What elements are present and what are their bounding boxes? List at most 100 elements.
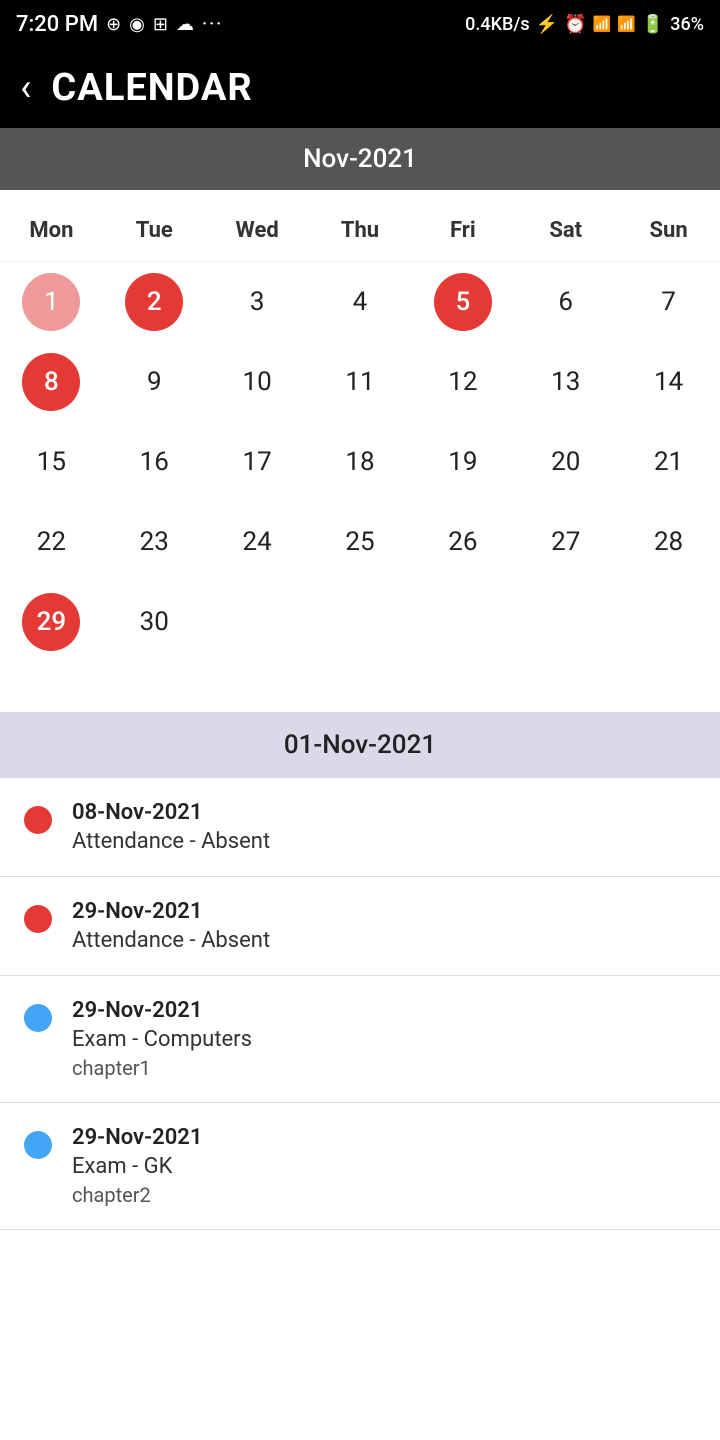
event-list: 08-Nov-2021Attendance - Absent 29-Nov-202…	[0, 778, 720, 1230]
weekday-sun: Sun	[617, 210, 720, 251]
cal-cell: 3	[206, 262, 309, 342]
calendar-grid: 1234567891011121314151617181920212223242…	[0, 262, 720, 662]
weekday-thu: Thu	[309, 210, 412, 251]
event-date: 29-Nov-2021	[72, 899, 270, 924]
event-item[interactable]: 29-Nov-2021 Attendance - Absent	[0, 877, 720, 976]
dots-icon: ···	[202, 14, 223, 35]
weekday-wed: Wed	[206, 210, 309, 251]
event-title: Attendance - Absent	[72, 829, 270, 854]
event-content: 29-Nov-2021Exam - GKchapter2	[72, 1125, 202, 1207]
network-speed: 0.4KB/s	[465, 14, 530, 35]
event-section-header: 01-Nov-2021	[0, 712, 720, 778]
back-button[interactable]: ‹	[20, 69, 31, 107]
cal-cell: 30	[103, 582, 206, 662]
cal-day-7[interactable]: 7	[640, 273, 698, 331]
signal-bars-2: 📶	[617, 15, 636, 33]
alarm-icon: ⏰	[564, 14, 586, 35]
cal-cell: 18	[309, 422, 412, 502]
cal-cell: 9	[103, 342, 206, 422]
cal-cell: 19	[411, 422, 514, 502]
cal-day-25[interactable]: 25	[331, 513, 389, 571]
battery-percent: 36%	[670, 14, 704, 35]
cal-day-20[interactable]: 20	[537, 433, 595, 491]
grid-icon: ⊞	[153, 14, 168, 35]
cal-cell: 14	[617, 342, 720, 422]
cal-day-19[interactable]: 19	[434, 433, 492, 491]
cal-day-26[interactable]: 26	[434, 513, 492, 571]
cal-cell: 25	[309, 502, 412, 582]
event-section-date: 01-Nov-2021	[284, 730, 436, 760]
cal-cell: 23	[103, 502, 206, 582]
cal-day-16[interactable]: 16	[125, 433, 183, 491]
cal-day-12[interactable]: 12	[434, 353, 492, 411]
cal-cell: 22	[0, 502, 103, 582]
cal-day-14[interactable]: 14	[640, 353, 698, 411]
calendar-weekdays: MonTueWedThuFriSatSun	[0, 200, 720, 262]
jio-icon: ⊕	[106, 14, 121, 35]
cal-day-8[interactable]: 8	[22, 353, 80, 411]
cal-day-13[interactable]: 13	[537, 353, 595, 411]
cal-day-2[interactable]: 2	[125, 273, 183, 331]
cal-day-17[interactable]: 17	[228, 433, 286, 491]
cal-day-23[interactable]: 23	[125, 513, 183, 571]
weekday-mon: Mon	[0, 210, 103, 251]
cal-day-24[interactable]: 24	[228, 513, 286, 571]
event-item[interactable]: 29-Nov-2021Exam - Computerschapter1	[0, 976, 720, 1103]
cloud-icon: ☁	[176, 14, 194, 35]
event-content: 29-Nov-2021 Attendance - Absent	[72, 899, 270, 953]
cal-cell: 16	[103, 422, 206, 502]
cal-day-21[interactable]: 21	[640, 433, 698, 491]
month-header: Nov-2021	[0, 128, 720, 190]
cal-cell: 13	[514, 342, 617, 422]
event-dot	[24, 1004, 52, 1032]
status-left: 7:20 PM ⊕ ◉ ⊞ ☁ ···	[16, 12, 223, 37]
cal-cell: 26	[411, 502, 514, 582]
cal-day-15[interactable]: 15	[22, 433, 80, 491]
cal-day-29[interactable]: 29	[22, 593, 80, 651]
event-date: 29-Nov-2021	[72, 1125, 202, 1150]
cal-cell: 4	[309, 262, 412, 342]
cal-cell: 5	[411, 262, 514, 342]
cal-cell: 24	[206, 502, 309, 582]
weekday-sat: Sat	[514, 210, 617, 251]
cal-cell: 21	[617, 422, 720, 502]
status-right: 0.4KB/s ⚡ ⏰ 📶 📶 🔋 36%	[465, 14, 704, 35]
cal-day-5[interactable]: 5	[434, 273, 492, 331]
battery-icon: 🔋	[642, 14, 664, 35]
cal-cell: 10	[206, 342, 309, 422]
cal-day-1[interactable]: 1	[22, 273, 80, 331]
status-bar: 7:20 PM ⊕ ◉ ⊞ ☁ ··· 0.4KB/s ⚡ ⏰ 📶 📶 🔋 36…	[0, 0, 720, 48]
cal-day-18[interactable]: 18	[331, 433, 389, 491]
cal-day-4[interactable]: 4	[331, 273, 389, 331]
calendar-spacer	[0, 682, 720, 712]
event-dot	[24, 905, 52, 933]
month-label: Nov-2021	[303, 144, 417, 174]
cal-day-28[interactable]: 28	[640, 513, 698, 571]
cal-day-3[interactable]: 3	[228, 273, 286, 331]
cal-cell: 6	[514, 262, 617, 342]
event-content: 29-Nov-2021Exam - Computerschapter1	[72, 998, 252, 1080]
signal-bars: 📶	[592, 15, 611, 33]
cal-day-27[interactable]: 27	[537, 513, 595, 571]
event-dot	[24, 1131, 52, 1159]
cal-day-10[interactable]: 10	[228, 353, 286, 411]
event-subtitle: chapter2	[72, 1183, 202, 1207]
cal-cell: 17	[206, 422, 309, 502]
calendar-container: MonTueWedThuFriSatSun 123456789101112131…	[0, 190, 720, 682]
cal-cell: 20	[514, 422, 617, 502]
cal-day-9[interactable]: 9	[125, 353, 183, 411]
event-item[interactable]: 29-Nov-2021Exam - GKchapter2	[0, 1103, 720, 1230]
status-time: 7:20 PM	[16, 12, 98, 37]
cal-day-11[interactable]: 11	[331, 353, 389, 411]
cal-day-22[interactable]: 22	[22, 513, 80, 571]
event-subtitle: chapter1	[72, 1056, 252, 1080]
cal-cell: 29	[0, 582, 103, 662]
event-title: Attendance - Absent	[72, 928, 270, 953]
signal-icon: ◉	[129, 14, 145, 35]
event-date: 29-Nov-2021	[72, 998, 252, 1023]
event-item[interactable]: 08-Nov-2021Attendance - Absent	[0, 778, 720, 877]
cal-cell: 7	[617, 262, 720, 342]
cal-day-30[interactable]: 30	[125, 593, 183, 651]
cal-day-6[interactable]: 6	[537, 273, 595, 331]
cal-cell: 2	[103, 262, 206, 342]
